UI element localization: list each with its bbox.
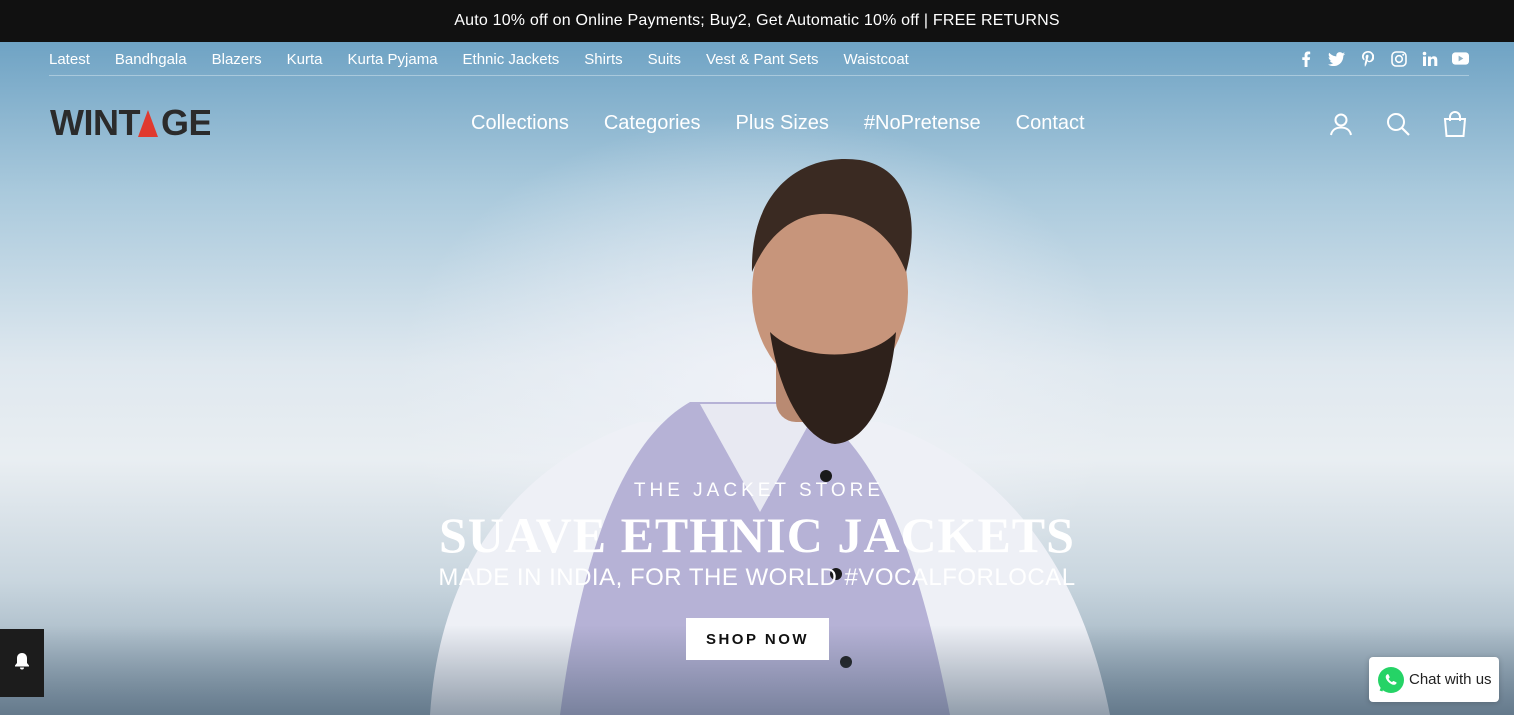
notification-tab[interactable] xyxy=(0,629,44,697)
chat-label: Chat with us xyxy=(1409,671,1492,688)
social-links xyxy=(1297,50,1469,67)
linkedin-icon[interactable] xyxy=(1421,50,1438,67)
hero-eyebrow: THE JACKET STORE xyxy=(633,480,885,501)
nav-categories[interactable]: Categories xyxy=(604,112,701,135)
hero-model-image xyxy=(430,158,1110,715)
hero-banner xyxy=(0,42,1514,715)
subnav-item-waistcoat[interactable]: Waistcoat xyxy=(844,51,909,68)
header-actions xyxy=(1328,110,1468,138)
subnav-item-bandhgala[interactable]: Bandhgala xyxy=(115,51,187,68)
shop-now-button[interactable]: SHOP NOW xyxy=(686,618,829,660)
subnav-item-kurta-pyjama[interactable]: Kurta Pyjama xyxy=(348,51,438,68)
hero-subline: MADE IN INDIA, FOR THE WORLD #VOCALFORLO… xyxy=(438,564,1076,591)
nav-nopretense[interactable]: #NoPretense xyxy=(864,112,981,135)
cart-icon[interactable] xyxy=(1442,110,1468,138)
subnav-item-vest-pant-sets[interactable]: Vest & Pant Sets xyxy=(706,51,819,68)
instagram-icon[interactable] xyxy=(1390,50,1407,67)
bell-icon xyxy=(14,652,30,675)
svg-text:GE: GE xyxy=(161,104,210,140)
pinterest-icon[interactable] xyxy=(1359,50,1376,67)
account-icon[interactable] xyxy=(1328,110,1354,138)
twitter-icon[interactable] xyxy=(1328,50,1345,67)
site-logo[interactable]: WINT GE xyxy=(50,102,213,143)
nav-contact[interactable]: Contact xyxy=(1016,112,1085,135)
hero-text: THE JACKET STORE SUAVE ETHNIC JACKETS MA… xyxy=(0,480,1514,592)
subnav-item-shirts[interactable]: Shirts xyxy=(584,51,622,68)
youtube-icon[interactable] xyxy=(1452,50,1469,67)
subnav-item-blazers[interactable]: Blazers xyxy=(212,51,262,68)
subnav-item-latest[interactable]: Latest xyxy=(49,51,90,68)
subnav-item-ethnic-jackets[interactable]: Ethnic Jackets xyxy=(463,51,560,68)
main-nav: Collections Categories Plus Sizes #NoPre… xyxy=(471,112,1085,135)
search-icon[interactable] xyxy=(1385,110,1411,138)
subnav-item-kurta[interactable]: Kurta xyxy=(287,51,323,68)
nav-collections[interactable]: Collections xyxy=(471,112,569,135)
whatsapp-icon xyxy=(1377,666,1405,694)
category-subnav: Latest Bandhgala Blazers Kurta Kurta Pyj… xyxy=(49,44,1469,76)
svg-text:WINT: WINT xyxy=(50,104,140,140)
announcement-bar: Auto 10% off on Online Payments; Buy2, G… xyxy=(0,0,1514,42)
facebook-icon[interactable] xyxy=(1297,50,1314,67)
nav-plus-sizes[interactable]: Plus Sizes xyxy=(736,112,829,135)
subnav-item-suits[interactable]: Suits xyxy=(648,51,681,68)
hero-headline: SUAVE ETHNIC JACKETS xyxy=(439,507,1075,563)
chat-widget[interactable]: Chat with us xyxy=(1369,657,1499,702)
announcement-text: Auto 10% off on Online Payments; Buy2, G… xyxy=(454,12,1060,29)
